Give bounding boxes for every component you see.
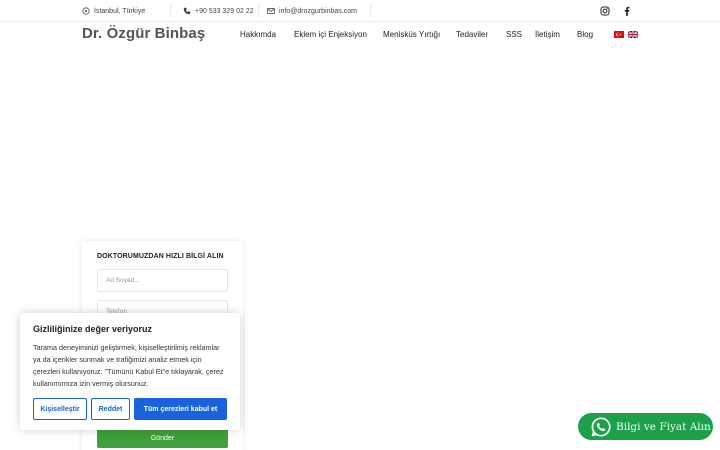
- nav-item-hakkimda[interactable]: Hakkımda: [240, 30, 276, 39]
- topbar-divider: [370, 4, 371, 18]
- topbar-divider: [258, 4, 259, 18]
- site-logo[interactable]: Dr. Özgür Binbaş: [82, 25, 205, 42]
- form-title: DOKTORUMUZDAN HIZLI BİLGİ ALIN: [97, 253, 224, 260]
- nav-item-iletisim[interactable]: İletişim: [535, 30, 560, 39]
- accept-all-button[interactable]: Tüm çerezleri kabul et: [134, 398, 227, 420]
- whatsapp-button[interactable]: Bilgi ve Fiyat Alın: [578, 413, 713, 440]
- instagram-icon: [600, 6, 610, 16]
- facebook-icon: [624, 6, 630, 16]
- mail-icon: [267, 8, 275, 14]
- cookie-title: Gizliliğinize değer veriyoruz: [33, 324, 153, 334]
- location-icon: [82, 7, 90, 15]
- phone-info[interactable]: +90 533 329 02 22: [183, 0, 254, 22]
- name-input[interactable]: Ad Soyad...: [97, 269, 228, 292]
- email-text: info@drozgurbinbas.com: [279, 7, 357, 15]
- cookie-description: Tarama deneyiminizi geliştirmek, kişisel…: [33, 343, 224, 388]
- nav-item-tedaviler[interactable]: Tedaviler: [456, 30, 488, 39]
- cookie-consent-banner: Gizliliğinize değer veriyoruz Tarama den…: [20, 313, 240, 430]
- turkish-flag-icon[interactable]: [614, 31, 624, 38]
- facebook-link[interactable]: [620, 4, 634, 18]
- submit-button[interactable]: Gönder: [97, 428, 228, 448]
- nav-item-meniskus-yirtigi[interactable]: Menisküs Yırtığı: [383, 30, 440, 39]
- location-text: İstanbul, Türkiye: [94, 7, 146, 15]
- whatsapp-icon: [591, 416, 611, 436]
- nav-item-blog[interactable]: Blog: [577, 30, 593, 39]
- topbar-divider: [170, 4, 171, 18]
- whatsapp-label: Bilgi ve Fiyat Alın: [616, 420, 711, 433]
- customize-button[interactable]: Kişiselleştir: [33, 398, 87, 420]
- top-bar: İstanbul, Türkiye +90 533 329 02 22 info…: [0, 0, 720, 22]
- instagram-link[interactable]: [598, 4, 612, 18]
- main-header: Dr. Özgür Binbaş Hakkımda Eklem içi Enje…: [0, 22, 720, 48]
- phone-icon: [183, 7, 191, 15]
- nav-item-sss[interactable]: SSS: [506, 30, 522, 39]
- reject-button[interactable]: Reddet: [91, 398, 130, 420]
- email-info[interactable]: info@drozgurbinbas.com: [267, 0, 357, 22]
- location-info: İstanbul, Türkiye: [82, 0, 145, 22]
- phone-text: +90 533 329 02 22: [195, 7, 254, 15]
- nav-item-eklem-ici-enjeksiyon[interactable]: Eklem içi Enjeksiyon: [294, 30, 367, 39]
- uk-flag-icon[interactable]: [628, 31, 638, 38]
